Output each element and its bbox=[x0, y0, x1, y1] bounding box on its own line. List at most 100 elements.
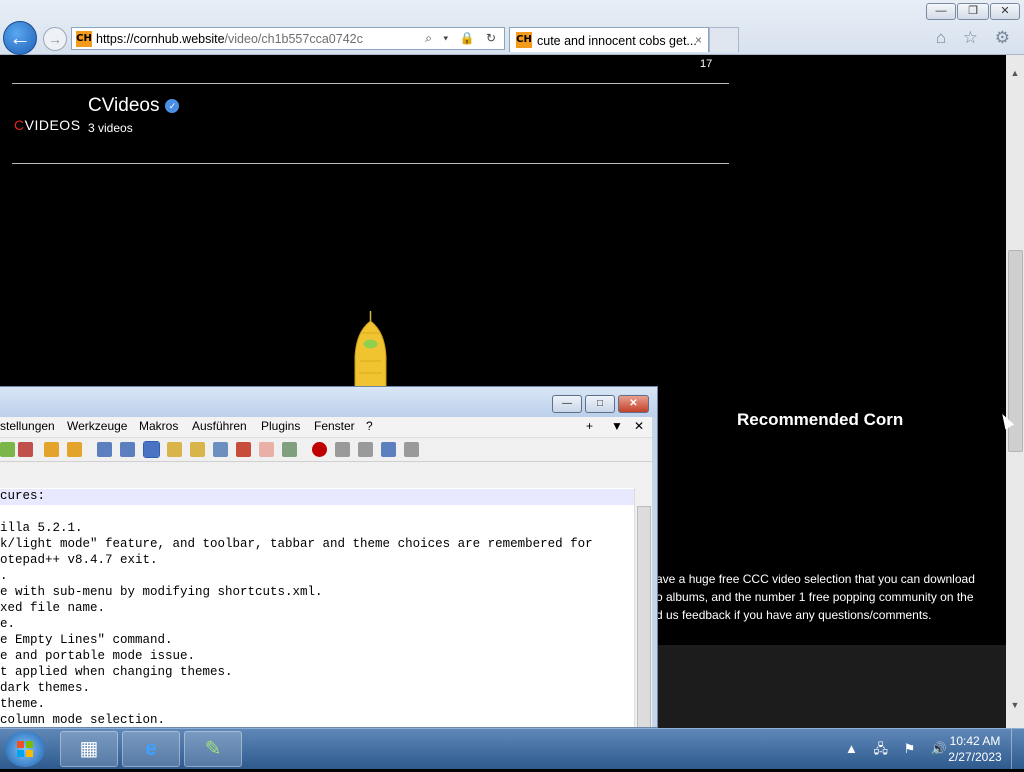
verified-badge-icon: ✓ bbox=[165, 98, 180, 113]
folder-as-workspace-icon[interactable] bbox=[259, 442, 274, 457]
editor-line: . bbox=[0, 569, 8, 583]
menu-list-docs-icon[interactable]: ▼ bbox=[611, 419, 623, 433]
stop-macro-icon[interactable] bbox=[335, 442, 350, 457]
description-line: ave a huge free CCC video selection that… bbox=[656, 572, 975, 586]
npp-minimize-button[interactable]: — bbox=[552, 395, 582, 413]
monitoring-eye-icon[interactable] bbox=[282, 442, 297, 457]
notepad-plus-plus-window: — □ ✕ stellungen Werkzeuge Makros Ausfüh… bbox=[0, 386, 658, 728]
function-list-icon[interactable] bbox=[213, 442, 228, 457]
window-close-button[interactable]: ✕ bbox=[990, 3, 1020, 20]
menu-plugins[interactable]: Plugins bbox=[261, 419, 300, 433]
corn-mascot-icon bbox=[354, 311, 387, 391]
scroll-down-arrow-icon[interactable]: ▼ bbox=[1006, 697, 1024, 714]
home-favorites-settings-icons[interactable]: ⌂ ☆ ⚙ bbox=[936, 28, 1016, 48]
control-panel-icon: ▦ bbox=[79, 738, 99, 760]
back-button[interactable]: ← bbox=[3, 21, 37, 55]
url-path: /video/ch1b557cca0742c bbox=[224, 32, 363, 46]
taskbar: ▦ e ✎ ▲ 🖧 ⚑ 🔊 10:42 AM 2/27/2023 bbox=[0, 728, 1024, 769]
replace-icon[interactable] bbox=[67, 442, 82, 457]
menu-makros[interactable]: Makros bbox=[139, 419, 178, 433]
editor-line: cures: bbox=[0, 489, 634, 505]
windows-logo-icon bbox=[17, 741, 33, 757]
site-description: ave a huge free CCC video selection that… bbox=[656, 570, 1006, 624]
internet-explorer-icon: e bbox=[145, 738, 157, 760]
npp-close-button[interactable]: ✕ bbox=[618, 395, 649, 413]
page-scrollbar[interactable]: ▲ ▼ bbox=[1006, 55, 1024, 728]
npp-tab-bar bbox=[0, 461, 652, 489]
editor-line: t applied when changing themes. bbox=[0, 665, 233, 679]
browser-tab-active[interactable]: CH cute and innocent cobs get... × bbox=[509, 27, 709, 52]
editor-line: e with sub-menu by modifying shortcuts.x… bbox=[0, 585, 323, 599]
forward-arrow-icon: → bbox=[48, 31, 62, 47]
menu-help[interactable]: ? bbox=[366, 419, 373, 433]
npp-scrollbar-thumb[interactable] bbox=[637, 506, 651, 727]
editor-line: e and portable mode issue. bbox=[0, 649, 196, 663]
editor-line: theme. bbox=[0, 697, 46, 711]
menu-close-doc-icon[interactable]: ✕ bbox=[634, 419, 644, 433]
menu-werkzeuge[interactable]: Werkzeuge bbox=[67, 419, 127, 433]
taskbar-control-panel-button[interactable]: ▦ bbox=[60, 731, 118, 767]
save-macro-icon[interactable] bbox=[404, 442, 419, 457]
editor-line: e. bbox=[0, 617, 16, 631]
scroll-up-arrow-icon[interactable]: ▲ bbox=[1006, 65, 1024, 82]
site-favicon-icon: CH bbox=[76, 31, 92, 47]
editor-line: dark themes. bbox=[0, 681, 91, 695]
menu-ausfuehren[interactable]: Ausführen bbox=[192, 419, 247, 433]
editor-line: e Empty Lines" command. bbox=[0, 633, 173, 647]
new-tab-button[interactable] bbox=[709, 27, 739, 52]
channel-video-count: 3 videos bbox=[88, 121, 133, 135]
clock-date: 2/27/2023 bbox=[948, 750, 1002, 764]
undo-icon[interactable] bbox=[18, 442, 33, 457]
npp-maximize-button[interactable]: □ bbox=[585, 395, 615, 413]
play-macro-icon[interactable] bbox=[358, 442, 373, 457]
channel-name-link[interactable]: CVideos ✓ bbox=[88, 95, 180, 117]
address-bar-icons[interactable]: ⌕ ▾ 🔒 ↻ bbox=[425, 31, 500, 46]
udl-icon[interactable] bbox=[167, 442, 182, 457]
divider bbox=[12, 83, 729, 84]
menu-einstellungen[interactable]: stellungen bbox=[0, 419, 55, 433]
editor-line: k/light mode" feature, and toolbar, tabb… bbox=[0, 537, 593, 551]
npp-menu-bar: stellungen Werkzeuge Makros Ausführen Pl… bbox=[0, 417, 652, 437]
notepad-plus-plus-icon: ✎ bbox=[204, 738, 222, 760]
channel-logo[interactable]: CVIDEOS bbox=[14, 117, 81, 133]
tab-favicon-icon: CH bbox=[516, 32, 532, 48]
npp-toolbar bbox=[0, 437, 652, 462]
forward-button[interactable]: → bbox=[43, 27, 67, 51]
description-line: d us feedback if you have any questions/… bbox=[656, 608, 932, 622]
indent-guide-icon[interactable] bbox=[143, 441, 160, 458]
url-text[interactable]: https://cornhub.website/video/ch1b557cca… bbox=[96, 32, 363, 46]
show-all-chars-icon[interactable] bbox=[120, 442, 135, 457]
comment-count: 17 bbox=[700, 58, 713, 70]
tab-title: cute and innocent cobs get... bbox=[537, 34, 697, 48]
address-bar[interactable]: CH https://cornhub.website/video/ch1b557… bbox=[71, 27, 505, 50]
channel-name: CVideos bbox=[88, 95, 160, 116]
show-desktop-button[interactable] bbox=[1011, 729, 1024, 769]
run-macro-multiple-icon[interactable] bbox=[381, 442, 396, 457]
record-macro-icon[interactable] bbox=[312, 442, 327, 457]
taskbar-internet-explorer-button[interactable]: e bbox=[122, 731, 180, 767]
tab-close-icon[interactable]: × bbox=[695, 33, 702, 47]
editor-line: illa 5.2.1. bbox=[0, 521, 83, 535]
menu-new-doc-icon[interactable]: + bbox=[586, 419, 593, 433]
taskbar-notepad-plus-plus-button[interactable]: ✎ bbox=[184, 731, 242, 767]
window-minimize-button[interactable]: — bbox=[926, 3, 956, 20]
npp-title-bar[interactable]: — □ ✕ bbox=[0, 387, 657, 417]
editor-line: column mode selection. bbox=[0, 713, 166, 727]
clock[interactable]: 10:42 AM 2/27/2023 bbox=[940, 733, 1010, 765]
editor-line: xed file name. bbox=[0, 601, 106, 615]
channel-logo-accent: C bbox=[14, 117, 25, 133]
find-icon[interactable] bbox=[44, 442, 59, 457]
word-wrap-icon[interactable] bbox=[97, 442, 112, 457]
divider bbox=[12, 163, 729, 164]
menu-fenster[interactable]: Fenster bbox=[314, 419, 355, 433]
npp-editor[interactable]: cures: illa 5.2.1. k/light mode" feature… bbox=[0, 488, 634, 727]
doc-map-icon[interactable] bbox=[190, 442, 205, 457]
redo-icon[interactable] bbox=[0, 442, 15, 457]
start-button[interactable] bbox=[5, 731, 45, 767]
editor-line: otepad++ v8.4.7 exit. bbox=[0, 553, 158, 567]
system-tray-icons[interactable]: ▲ 🖧 ⚑ 🔊 bbox=[845, 740, 953, 762]
npp-scrollbar[interactable] bbox=[634, 488, 652, 727]
recommended-heading: Recommended Corn bbox=[737, 410, 904, 429]
window-restore-button[interactable]: ❐ bbox=[957, 3, 989, 20]
folder-workspace-icon[interactable] bbox=[236, 442, 251, 457]
